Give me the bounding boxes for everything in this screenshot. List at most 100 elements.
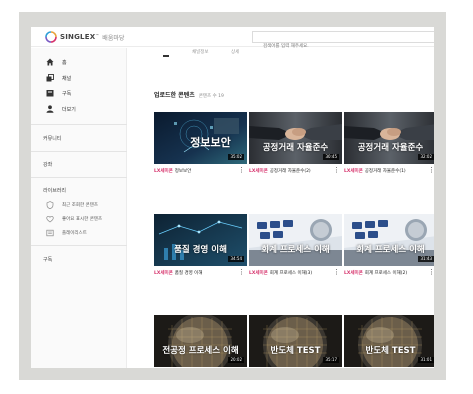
card-meta: LX세미콘 회계 프로세스 이해(2): [344, 269, 434, 277]
video-thumbnail[interactable]: 정보보안 35:02: [154, 112, 247, 164]
content-title[interactable]: 품질 경영 이해: [175, 270, 203, 276]
sidebar-item-label: 좋아요 표시한 콘텐츠: [62, 217, 103, 222]
sidebar-item-label: 홈: [62, 59, 67, 66]
channel-icon: [46, 74, 54, 82]
duration-badge: 32:02: [418, 154, 434, 160]
content-title[interactable]: 회계 프로세스 이해(3): [270, 270, 312, 276]
content-card[interactable]: 품질 경영 이해 34:54 LX세미콘 품질 경영 이해 ⋮: [154, 214, 247, 292]
content-title[interactable]: 공정거래 자율준수(2): [270, 168, 311, 174]
sidebar-item-channel[interactable]: 채널: [31, 71, 127, 85]
card-meta: LX세미콘 정보보안: [154, 167, 247, 175]
tab-detail[interactable]: 상세: [231, 49, 239, 55]
thumbnail-title: 정보보안: [190, 136, 231, 149]
sidebar-item-subscription[interactable]: 구독: [31, 86, 127, 100]
content-card[interactable]: 공정거래 자율준수 32:02 LX세미콘 공정거래 자율준수(1) ⋮: [344, 112, 434, 190]
sidebar-item-label: 최근 조회한 콘텐츠: [62, 203, 98, 208]
channel-brand[interactable]: LX세미콘: [154, 168, 173, 174]
duration-badge: 31:43: [418, 256, 434, 262]
person-icon: [46, 105, 54, 113]
video-thumbnail[interactable]: 반도체 TEST 35:17: [249, 315, 342, 367]
app-window: SINGLEX ™ 배움마당 홈 채널 구독: [31, 27, 434, 368]
channel-brand[interactable]: LX세미콘: [249, 270, 268, 276]
thumbnail-title: 전공정 프로세스 이해: [162, 346, 239, 356]
sidebar-item-liked[interactable]: 좋아요 표시한 콘텐츠: [31, 213, 127, 225]
content-title[interactable]: 정보보안: [175, 168, 192, 174]
video-thumbnail[interactable]: 전공정 프로세스 이해 20:02: [154, 315, 247, 367]
duration-badge: 30:45: [323, 154, 339, 160]
sidebar-divider: [31, 177, 127, 178]
shield-icon: [46, 201, 54, 209]
thumbnail-title: 반도체 TEST: [270, 346, 321, 356]
logo-subtitle: 배움마당: [102, 34, 125, 42]
more-options-icon[interactable]: ⋮: [333, 167, 340, 174]
content-card[interactable]: 공정거래 자율준수 30:45 LX세미콘 공정거래 자율준수(2) ⋮: [249, 112, 342, 190]
active-tab-indicator: [163, 55, 169, 57]
more-options-icon[interactable]: ⋮: [428, 167, 434, 174]
content-card[interactable]: 회계 프로세스 이해 31:43 LX세미콘 회계 프로세스 이해(2) ⋮: [344, 214, 434, 292]
channel-tabs: 채널정보 상세: [128, 48, 434, 58]
home-icon: [46, 58, 54, 66]
content-card[interactable]: 전공정 프로세스 이해20:02LX세미콘전공정 프로세스 이해(1)⋮: [154, 315, 247, 368]
tab-channel-info[interactable]: 채널정보: [192, 49, 209, 55]
content-card[interactable]: 정보보안 35:02 LX세미콘 정보보안 ⋮: [154, 112, 247, 190]
sidebar-divider: [31, 151, 127, 152]
thumbnail-image: [249, 214, 342, 266]
card-meta: LX세미콘 공정거래 자율준수(2): [249, 167, 342, 175]
video-thumbnail[interactable]: 공정거래 자율준수 30:45: [249, 112, 342, 164]
channel-brand[interactable]: LX세미콘: [249, 168, 268, 174]
sidebar-community[interactable]: 커뮤니티: [43, 135, 61, 142]
sidebar-item-home[interactable]: 홈: [31, 55, 127, 69]
card-meta: LX세미콘 품질 경영 이해: [154, 269, 247, 277]
singlex-logo-icon: [45, 31, 57, 43]
sidebar-item-label: 더보기: [62, 106, 76, 113]
sidebar-divider: [31, 124, 127, 125]
more-options-icon[interactable]: ⋮: [238, 167, 245, 174]
channel-brand[interactable]: LX세미콘: [154, 270, 173, 276]
thumbnail-title: 품질 경영 이해: [174, 245, 227, 255]
content-card[interactable]: 회계 프로세스 이해 LX세미콘 회계 프로세스 이해(3) ⋮: [249, 214, 342, 292]
sidebar-item-playlist[interactable]: 플레이리스트: [31, 227, 127, 239]
duration-badge: 34:54: [228, 256, 244, 262]
sidebar-lecture[interactable]: 강좌: [43, 161, 52, 168]
main-content: 채널정보 상세 업로드한 콘텐츠 콘텐츠 수 19 정보보안 35:02 LX세미콘…: [128, 48, 434, 368]
channel-brand[interactable]: LX세미콘: [344, 168, 363, 174]
content-title[interactable]: 공정거래 자율준수(1): [365, 168, 406, 174]
duration-badge: 35:17: [323, 357, 339, 363]
content-card[interactable]: 반도체 TEST31:01LX세미콘반도체 Test(1)⋮: [344, 315, 434, 368]
video-thumbnail[interactable]: 반도체 TEST 31:01: [344, 315, 434, 367]
logo-text: SINGLEX: [60, 33, 96, 41]
header: SINGLEX ™ 배움마당: [31, 27, 434, 52]
duration-badge: 35:02: [228, 154, 244, 160]
video-thumbnail[interactable]: 공정거래 자율준수 32:02: [344, 112, 434, 164]
sidebar-divider: [31, 245, 127, 246]
sidebar-item-label: 구독: [62, 90, 72, 97]
thumbnail-title: 회계 프로세스 이해: [356, 245, 425, 255]
thumbnail-title: 회계 프로세스 이해: [261, 245, 330, 255]
section-title: 업로드한 콘텐츠: [154, 92, 195, 99]
duration-badge: 31:01: [418, 357, 434, 363]
card-meta: LX세미콘 공정거래 자율준수(1): [344, 167, 434, 175]
logo-trademark: ™: [95, 32, 100, 38]
video-thumbnail[interactable]: 회계 프로세스 이해: [249, 214, 342, 266]
sidebar-item-label: 채널: [62, 75, 72, 82]
sidebar-item-label: 플레이리스트: [62, 231, 87, 236]
thumbnail-title: 공정거래 자율준수: [262, 143, 329, 153]
video-thumbnail[interactable]: 회계 프로세스 이해 31:43: [344, 214, 434, 266]
thumbnail-title: 공정거래 자율준수: [357, 143, 424, 153]
more-options-icon[interactable]: ⋮: [428, 269, 434, 276]
content-title[interactable]: 회계 프로세스 이해(2): [365, 270, 407, 276]
sidebar-subscribe[interactable]: 구독: [43, 256, 52, 263]
playlist-icon: [46, 229, 54, 237]
content-card[interactable]: 반도체 TEST35:17LX세미콘반도체 Test(2)⋮: [249, 315, 342, 368]
video-thumbnail[interactable]: 품질 경영 이해 34:54: [154, 214, 247, 266]
subscription-icon: [46, 89, 54, 97]
more-options-icon[interactable]: ⋮: [333, 269, 340, 276]
section-header: 업로드한 콘텐츠 콘텐츠 수 19: [154, 90, 224, 99]
duration-badge: 20:02: [228, 357, 244, 363]
channel-brand[interactable]: LX세미콘: [344, 270, 363, 276]
content-count: 콘텐츠 수 19: [198, 94, 224, 99]
sidebar-item-more[interactable]: 더보기: [31, 102, 127, 116]
logo[interactable]: SINGLEX ™ 배움마당: [45, 31, 124, 43]
sidebar-item-recent[interactable]: 최근 조회한 콘텐츠: [31, 199, 127, 211]
more-options-icon[interactable]: ⋮: [238, 269, 245, 276]
